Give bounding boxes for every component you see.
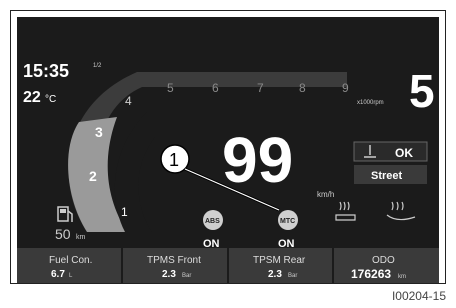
- speed-unit: km/h: [317, 190, 334, 199]
- fuel-con-value: 6.7: [51, 269, 65, 280]
- odo-value: 176263: [351, 267, 391, 281]
- figure-code: I00204-15: [391, 289, 446, 303]
- tach-number-6: 6: [212, 81, 219, 95]
- tach-number-2: 2: [89, 168, 97, 184]
- speed-value: 99: [222, 124, 293, 196]
- callout-number: 1: [169, 150, 179, 170]
- tpms-rear-title: TPSM Rear: [253, 255, 306, 266]
- ok-panel: [353, 141, 428, 162]
- fuel-range-unit: km: [76, 234, 86, 241]
- page-indicator: 1/2: [93, 63, 102, 69]
- odo-unit: km: [398, 274, 406, 280]
- tpms-front-unit: Bar: [182, 273, 191, 279]
- odo-title: ODO: [372, 255, 395, 266]
- fuel-con-title: Fuel Con.: [49, 255, 92, 266]
- rpm-unit: x1000rpm: [357, 100, 384, 106]
- tpms-front-value: 2.3: [162, 269, 176, 280]
- tach-number-7: 7: [257, 81, 264, 95]
- ok-label: OK: [395, 146, 413, 160]
- clock: 15:35: [23, 61, 69, 81]
- riding-mode: Street: [371, 170, 403, 182]
- tpms-rear-value: 2.3: [268, 269, 282, 280]
- tpms-front-title: TPMS Front: [147, 255, 201, 266]
- heated-grips-icon: [386, 201, 416, 221]
- dashboard-graphics: 1 2 3 4 5 6 7 8 9 x1000rpm 15:35 1/2 22 …: [17, 61, 439, 283]
- tach-number-1: 1: [121, 205, 128, 219]
- tach-number-3: 3: [95, 124, 103, 140]
- tach-number-8: 8: [299, 81, 306, 95]
- abs-label: ABS: [205, 218, 220, 225]
- tpms-rear-unit: Bar: [288, 273, 297, 279]
- fuel-pump-icon: [57, 206, 73, 222]
- tach-number-5: 5: [167, 81, 174, 95]
- dashboard-screen: 1 2 3 4 5 6 7 8 9 x1000rpm 15:35 1/2 22 …: [17, 17, 439, 283]
- tach-number-9: 9: [342, 81, 349, 95]
- heated-seat-icon: [335, 201, 356, 221]
- temperature-unit: °C: [45, 94, 56, 105]
- temperature-value: 22: [23, 89, 41, 106]
- mtc-label: MTC: [280, 218, 295, 225]
- fuel-range-value: 50: [55, 226, 71, 242]
- gear-indicator: 5: [409, 65, 435, 117]
- tach-number-4: 4: [125, 94, 132, 108]
